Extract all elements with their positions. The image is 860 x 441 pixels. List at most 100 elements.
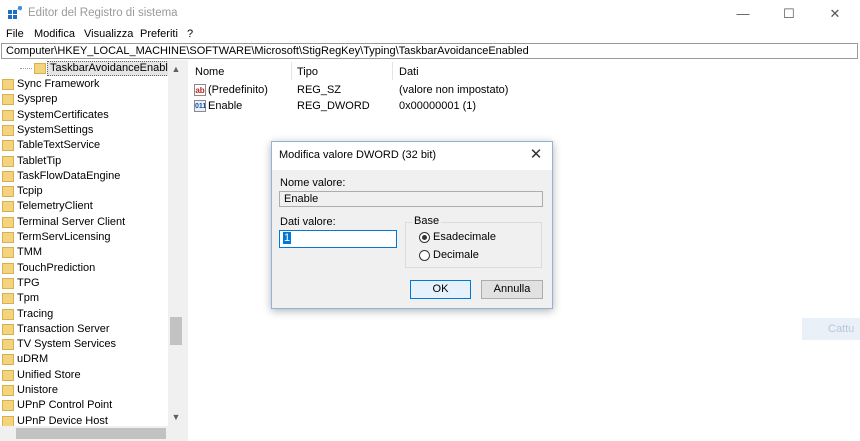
dialog-title-bar: Modifica valore DWORD (32 bit) ✕ — [272, 142, 552, 170]
folder-icon — [2, 323, 14, 335]
folder-icon — [2, 109, 14, 121]
tree-item-label: UPnP Control Point — [17, 399, 113, 412]
background-capture-hint: Cattu — [802, 318, 860, 340]
tree-item-label: TV System Services — [17, 338, 117, 351]
folder-icon — [2, 232, 14, 243]
tree-item-label: uDRM — [17, 353, 49, 366]
close-button[interactable]: ✕ — [812, 0, 858, 27]
ok-button[interactable]: OK — [410, 280, 471, 299]
value-name-field: Enable — [279, 191, 543, 207]
folder-icon — [2, 94, 14, 106]
dialog-title: Modifica valore DWORD (32 bit) — [279, 149, 437, 161]
tree-hscroll-thumb[interactable] — [16, 428, 166, 439]
folder-icon — [2, 385, 14, 396]
scroll-up-arrow-icon[interactable]: ▲ — [168, 62, 184, 76]
value-type: REG_DWORD — [297, 100, 370, 112]
tree-item-label: Terminal Server Client — [17, 215, 126, 228]
folder-icon — [2, 293, 14, 305]
base-groupbox — [405, 222, 542, 268]
scroll-down-arrow-icon[interactable]: ▼ — [168, 410, 184, 424]
radio-decimal-label[interactable]: Decimale — [433, 249, 479, 261]
folder-icon — [2, 262, 14, 274]
radio-hexadecimal[interactable] — [419, 232, 430, 243]
tree-item-label: TelemetryClient — [17, 200, 93, 213]
column-header-type[interactable]: Tipo — [297, 64, 318, 80]
tree-item-label: Sync Framework — [17, 78, 100, 90]
tree-item-label: Transaction Server — [17, 322, 110, 335]
value-type: REG_SZ — [297, 84, 342, 96]
value-data: (valore non impostato) — [399, 84, 509, 96]
edit-dword-dialog: Modifica valore DWORD (32 bit) ✕ Nome va… — [271, 141, 553, 309]
dword-value-icon: 011 — [194, 100, 206, 112]
tree-item-label: TaskbarAvoidanceEnabled — [47, 61, 184, 76]
address-bar[interactable]: Computer\HKEY_LOCAL_MACHINE\SOFTWARE\Mic… — [1, 43, 858, 59]
folder-icon — [2, 400, 14, 412]
string-value-icon: ab — [194, 84, 206, 96]
tree-item-label: TouchPrediction — [17, 261, 96, 274]
value-data-text: 1 — [283, 232, 292, 244]
tree-item-label: Tcpip — [17, 185, 43, 198]
tree-item-label: TaskFlowDataEngine — [17, 169, 121, 182]
column-header-data[interactable]: Dati — [399, 64, 419, 80]
radio-selected-dot — [422, 235, 427, 240]
menu-preferiti[interactable]: Preferiti — [140, 28, 178, 40]
tree-item-label: Tracing — [17, 307, 54, 320]
base-groupbox-title: Base — [412, 215, 442, 227]
folder-icon — [2, 170, 14, 182]
folder-icon — [2, 124, 14, 136]
maximize-button[interactable]: ☐ — [766, 0, 812, 27]
folder-icon — [2, 201, 14, 213]
tree-scroll-thumb[interactable] — [170, 317, 182, 345]
tree-item-label: Tpm — [17, 292, 39, 305]
folder-icon — [2, 277, 14, 289]
folder-icon — [2, 247, 14, 259]
column-divider[interactable] — [291, 62, 292, 80]
folder-icon — [2, 308, 14, 320]
value-name: Enable — [208, 100, 243, 112]
menu-bar: File Modifica Visualizza Preferiti ? — [0, 27, 860, 43]
window-title: Editor del Registro di sistema — [28, 7, 178, 19]
value-name: (Predefinito) — [208, 84, 268, 96]
cancel-button[interactable]: Annulla — [481, 280, 543, 299]
tree-item-label: SystemSettings — [17, 123, 94, 136]
value-data: 0x00000001 (1) — [399, 100, 477, 112]
tree-item-label: Sysprep — [17, 93, 58, 106]
registry-tree: TaskbarAvoidanceEnabled Sync Framework Sy… — [0, 60, 184, 441]
folder-icon — [2, 369, 14, 381]
tree-item-selected[interactable]: TaskbarAvoidanceEnabled — [0, 61, 184, 76]
folder-icon — [2, 339, 14, 351]
folder-icon — [2, 79, 14, 90]
folder-icon — [2, 140, 14, 152]
tree-item-label: TabletTip — [17, 154, 62, 167]
folder-icon — [2, 354, 14, 366]
radio-decimal[interactable] — [419, 250, 430, 261]
menu-visualizza[interactable]: Visualizza — [84, 28, 133, 40]
tree-item-label: Unistore — [17, 384, 58, 396]
tree-connector — [20, 68, 32, 69]
radio-hexadecimal-label[interactable]: Esadecimale — [433, 231, 496, 243]
folder-icon — [34, 63, 46, 74]
folder-icon — [2, 216, 14, 228]
folder-icon — [2, 186, 14, 198]
tree-item-label: TableTextService — [17, 139, 101, 152]
tree-item-label: TMM — [17, 246, 43, 259]
value-name-label: Nome valore: — [280, 177, 346, 189]
menu-help[interactable]: ? — [187, 28, 193, 40]
folder-icon — [2, 415, 14, 427]
menu-file[interactable]: File — [6, 28, 24, 40]
tree-item-label: TermServLicensing — [17, 231, 111, 243]
minimize-button[interactable]: — — [720, 0, 766, 27]
folder-icon — [2, 155, 14, 167]
value-data-label: Dati valore: — [280, 216, 336, 228]
column-header-name[interactable]: Nome — [195, 64, 224, 80]
tree-item-label: TPG — [17, 276, 40, 289]
tree-item-label: Unified Store — [17, 368, 81, 381]
tree-vertical-scrollbar[interactable] — [168, 60, 184, 426]
tree-item-label: SystemCertificates — [17, 108, 109, 121]
value-data-input[interactable]: 1 — [279, 230, 397, 248]
title-bar: Editor del Registro di sistema — ☐ ✕ — [0, 0, 860, 27]
dialog-close-icon[interactable]: ✕ — [528, 146, 544, 164]
column-divider[interactable] — [392, 62, 393, 80]
menu-modifica[interactable]: Modifica — [34, 28, 75, 40]
regedit-app-icon — [8, 6, 22, 19]
